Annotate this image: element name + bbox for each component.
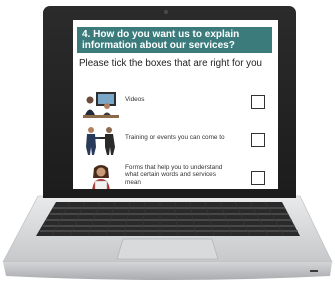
question-title-line2: information about our services? <box>82 40 235 51</box>
option-training: Training or events you can come to <box>73 124 278 155</box>
option-forms-label: Forms that help you to understand what c… <box>125 164 222 186</box>
question-instruction: Please tick the boxes that are right for… <box>79 58 262 69</box>
question-title-line1: 4. How do you want us to explain <box>82 29 240 40</box>
option-forms-checkbox[interactable] <box>251 171 265 185</box>
option-training-label: Training or events you can come to <box>125 134 225 141</box>
handshake-icon <box>86 127 115 155</box>
screen-content: 4. How do you want us to explain informa… <box>73 20 278 189</box>
reading-person-icon <box>92 165 110 189</box>
question-header: 4. How do you want us to explain informa… <box>77 27 272 53</box>
option-forms: Forms that help you to understand what c… <box>73 162 278 189</box>
option-forms-label-line2: what certain words and services <box>125 171 216 179</box>
option-forms-label-line3: mean <box>125 178 141 186</box>
laptop-mockup: 4. How do you want us to explain informa… <box>0 0 335 286</box>
option-videos: Videos <box>73 87 278 118</box>
webcam-icon <box>164 10 168 14</box>
option-training-checkbox[interactable] <box>251 133 265 147</box>
video-meeting-icon <box>83 92 119 118</box>
option-videos-label: Videos <box>125 96 145 103</box>
option-forms-label-line1: Forms that help you to understand <box>125 164 223 171</box>
option-videos-checkbox[interactable] <box>251 95 265 109</box>
